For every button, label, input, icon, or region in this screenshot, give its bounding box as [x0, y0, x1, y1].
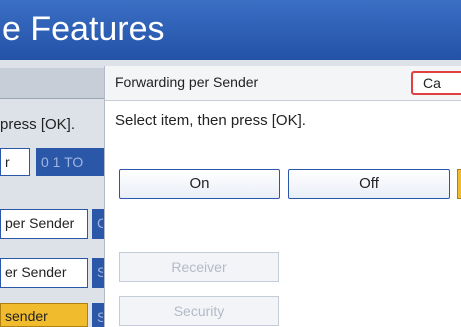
background-header — [0, 68, 104, 99]
background-item-3-tab[interactable]: S — [92, 303, 104, 327]
background-date-button[interactable]: 0 1 TO — [36, 148, 104, 176]
background-item-3[interactable]: sender — [0, 303, 88, 327]
dialog-header: Forwarding per Sender Ca — [105, 66, 461, 101]
background-left-button[interactable]: r — [0, 148, 30, 176]
dialog-title: Forwarding per Sender — [115, 74, 259, 90]
screen-title: e Features — [2, 10, 165, 48]
background-item-1-tab[interactable]: C — [92, 209, 104, 239]
background-item-2-tab[interactable]: S — [92, 258, 104, 288]
receiver-button[interactable]: Receiver — [119, 252, 279, 282]
cancel-button[interactable]: Ca — [411, 71, 461, 95]
background-item-1[interactable]: per Sender — [0, 209, 88, 239]
on-button[interactable]: On — [119, 169, 280, 199]
background-instruction: press [OK]. — [0, 116, 76, 133]
offscreen-option-button[interactable] — [457, 169, 461, 199]
background-item-2[interactable]: er Sender — [0, 258, 88, 288]
security-button[interactable]: Security — [119, 296, 279, 326]
off-button[interactable]: Off — [288, 169, 450, 199]
title-bar: e Features — [0, 0, 461, 60]
forwarding-dialog: Forwarding per Sender Ca Select item, th… — [104, 66, 461, 327]
dialog-instruction: Select item, then press [OK]. — [115, 112, 306, 129]
